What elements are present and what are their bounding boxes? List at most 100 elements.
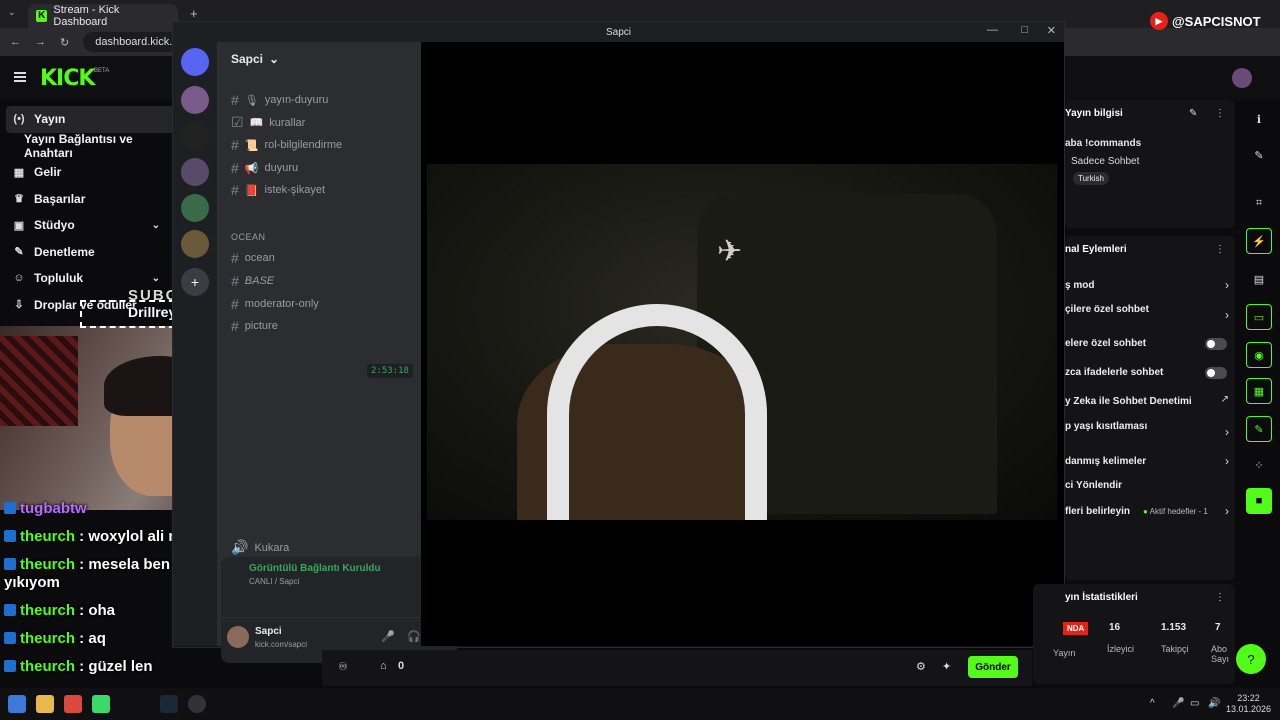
forward-icon[interactable]: → <box>35 36 46 48</box>
server-icon[interactable] <box>181 230 209 258</box>
steam-icon[interactable] <box>160 695 178 713</box>
sidebar-item-denetleme[interactable]: ✎ Denetleme <box>6 239 174 266</box>
app-icon[interactable] <box>92 695 110 713</box>
volume-icon[interactable]: 🔊 <box>1208 698 1220 709</box>
browser-tab[interactable]: K Stream - Kick Dashboard <box>28 4 178 28</box>
mic-icon[interactable]: 🎤 <box>381 630 395 643</box>
trophy-icon: ♛ <box>14 193 24 206</box>
action-row[interactable]: danmış kelimeler <box>1065 456 1146 467</box>
action-label: fleri belirleyin <box>1065 506 1131 517</box>
action-row[interactable]: p yaşı kısıtlaması <box>1065 421 1147 432</box>
info-icon[interactable]: ℹ <box>1246 106 1272 132</box>
chair-logo-icon: ✈ <box>717 234 743 269</box>
stream-video[interactable]: ✈ <box>427 164 1057 520</box>
server-icon[interactable] <box>181 158 209 186</box>
green-app-icon[interactable]: ■ <box>1246 488 1272 514</box>
stream-stats-panel: yın İstatistikleri ⋮ NDA Yayın 16 İzleyi… <box>1033 584 1235 684</box>
channel-picture[interactable]: # picture <box>231 318 278 334</box>
mic-icon[interactable]: 🎤 <box>1172 698 1184 709</box>
channel-base[interactable]: # BASE <box>231 273 274 289</box>
tab-menu-icon[interactable]: ⌄ <box>8 7 16 18</box>
headphones-icon[interactable]: 🎧 <box>407 630 421 643</box>
toggle-switch[interactable] <box>1205 367 1227 379</box>
windows-icon[interactable] <box>8 695 26 713</box>
emote-icon[interactable]: ♾ <box>338 660 348 673</box>
settings-icon[interactable]: ⚙ <box>916 660 926 673</box>
pencil-icon[interactable]: ✎ <box>1246 142 1272 168</box>
more-icon[interactable]: ⋮ <box>1215 244 1225 255</box>
sidebar-item-studyo[interactable]: ▣ Stüdyo ⌄ <box>6 212 174 239</box>
stream-category: Sadece Sohbet <box>1071 156 1140 167</box>
back-icon[interactable]: ← <box>10 36 21 48</box>
server-header[interactable]: Sapci ⌄ <box>217 42 421 76</box>
action-row[interactable]: çilere özel sohbet <box>1065 304 1149 315</box>
discord-home-icon[interactable] <box>181 48 209 76</box>
add-server-icon[interactable]: + <box>181 268 209 296</box>
badge-icon <box>4 502 16 514</box>
reload-icon[interactable]: ↻ <box>60 36 69 49</box>
server-icon[interactable] <box>181 86 209 114</box>
server-list: + <box>173 42 217 646</box>
support-icon[interactable]: ? <box>1236 644 1266 674</box>
wrench-icon[interactable]: ✎ <box>1246 416 1272 442</box>
action-row[interactable]: zca ifadelerle sohbet <box>1065 367 1163 378</box>
channel-rol-bilgilendirme[interactable]: # 📜 rol-bilgilendirme <box>231 137 342 153</box>
voice-channel-kukara[interactable]: 🔊 Kukara <box>231 539 289 556</box>
avatar[interactable] <box>227 626 249 648</box>
hash-icon: # <box>231 182 239 198</box>
server-icon[interactable] <box>181 122 209 150</box>
network-icon[interactable]: ▭ <box>1190 698 1199 709</box>
gift-icon[interactable]: ✦ <box>942 660 951 673</box>
channel-emoji: 📜 <box>244 139 259 152</box>
browser-icon[interactable] <box>64 695 82 713</box>
rules-icon: ☑ <box>231 114 244 130</box>
action-row[interactable]: ci Yönlendir <box>1065 480 1122 491</box>
action-row[interactable]: ş mod <box>1065 280 1094 291</box>
more-icon[interactable]: ⋮ <box>1215 592 1225 603</box>
action-row[interactable]: elere özel sohbet <box>1065 338 1146 349</box>
chevron-down-icon: ⌄ <box>151 219 160 231</box>
grid-icon[interactable]: ▦ <box>1246 378 1272 404</box>
tray-chevron-icon[interactable]: ^ <box>1150 698 1155 709</box>
sidebar-item-gelir[interactable]: ▦ Gelir <box>6 159 174 186</box>
minimize-icon[interactable]: — <box>987 24 998 36</box>
chat-icon[interactable]: ▭ <box>1246 304 1272 330</box>
tab-title: Stream - Kick Dashboard <box>53 4 120 28</box>
category-ocean[interactable]: OCEAN <box>231 232 266 242</box>
channel-moderator-only[interactable]: # moderator-only <box>231 296 319 312</box>
folder-icon[interactable] <box>36 695 54 713</box>
more-icon[interactable]: ⋮ <box>1215 108 1225 119</box>
action-row[interactable]: fleri belirleyin <box>1065 506 1130 517</box>
close-icon[interactable]: ✕ <box>1047 24 1056 37</box>
channel-duyuru[interactable]: # 📢 duyuru <box>231 160 298 176</box>
action-row[interactable]: y Zeka ile Sohbet Denetimi <box>1065 396 1192 407</box>
channel-istek-sikayet[interactable]: # 📕 istek-şikayet <box>231 182 325 198</box>
lightning-icon[interactable]: ⚡ <box>1246 228 1272 254</box>
kick-logo[interactable]: KICK <box>40 66 95 91</box>
channel-name: istek-şikayet <box>264 184 326 196</box>
new-tab-icon[interactable]: + <box>190 6 198 21</box>
crop-icon[interactable]: ⌗ <box>1246 190 1272 216</box>
sidebar-item-yayin-baglantisi[interactable]: Yayın Bağlantısı ve Anahtarı <box>6 132 174 160</box>
server-icon[interactable] <box>181 194 209 222</box>
avatar[interactable] <box>1232 68 1252 88</box>
send-button[interactable]: Gönder <box>968 656 1018 678</box>
toggle-switch[interactable] <box>1205 338 1227 350</box>
broadcast-icon[interactable]: ◉ <box>1246 342 1272 368</box>
menu-icon[interactable] <box>14 72 26 82</box>
dots-icon[interactable]: ⁘ <box>1246 452 1272 478</box>
chat-text: : aq <box>75 629 106 647</box>
channel-yayin-duyuru[interactable]: # 🎙 yayın-duyuru <box>231 92 328 108</box>
channel-ocean[interactable]: # ocean <box>231 250 275 266</box>
panel-title: nal Eylemleri <box>1065 244 1127 255</box>
edit-icon[interactable]: ✎ <box>1189 108 1197 119</box>
sidebar-item-basarilar[interactable]: ♛ Başarılar <box>6 186 174 213</box>
sidebar-item-yayin[interactable]: (•) Yayın <box>6 106 174 133</box>
maximize-icon[interactable]: □ <box>1021 24 1028 36</box>
channel-kurallar[interactable]: ☑ 📖 kurallar <box>231 114 305 131</box>
active-goals-text: Aktif hedefler - 1 <box>1149 507 1208 516</box>
system-clock[interactable]: 23:22 13.01.2026 <box>1226 693 1271 715</box>
obs-icon[interactable] <box>188 695 206 713</box>
store-icon[interactable]: ⌂ <box>380 660 387 672</box>
document-icon[interactable]: ▤ <box>1246 266 1272 292</box>
